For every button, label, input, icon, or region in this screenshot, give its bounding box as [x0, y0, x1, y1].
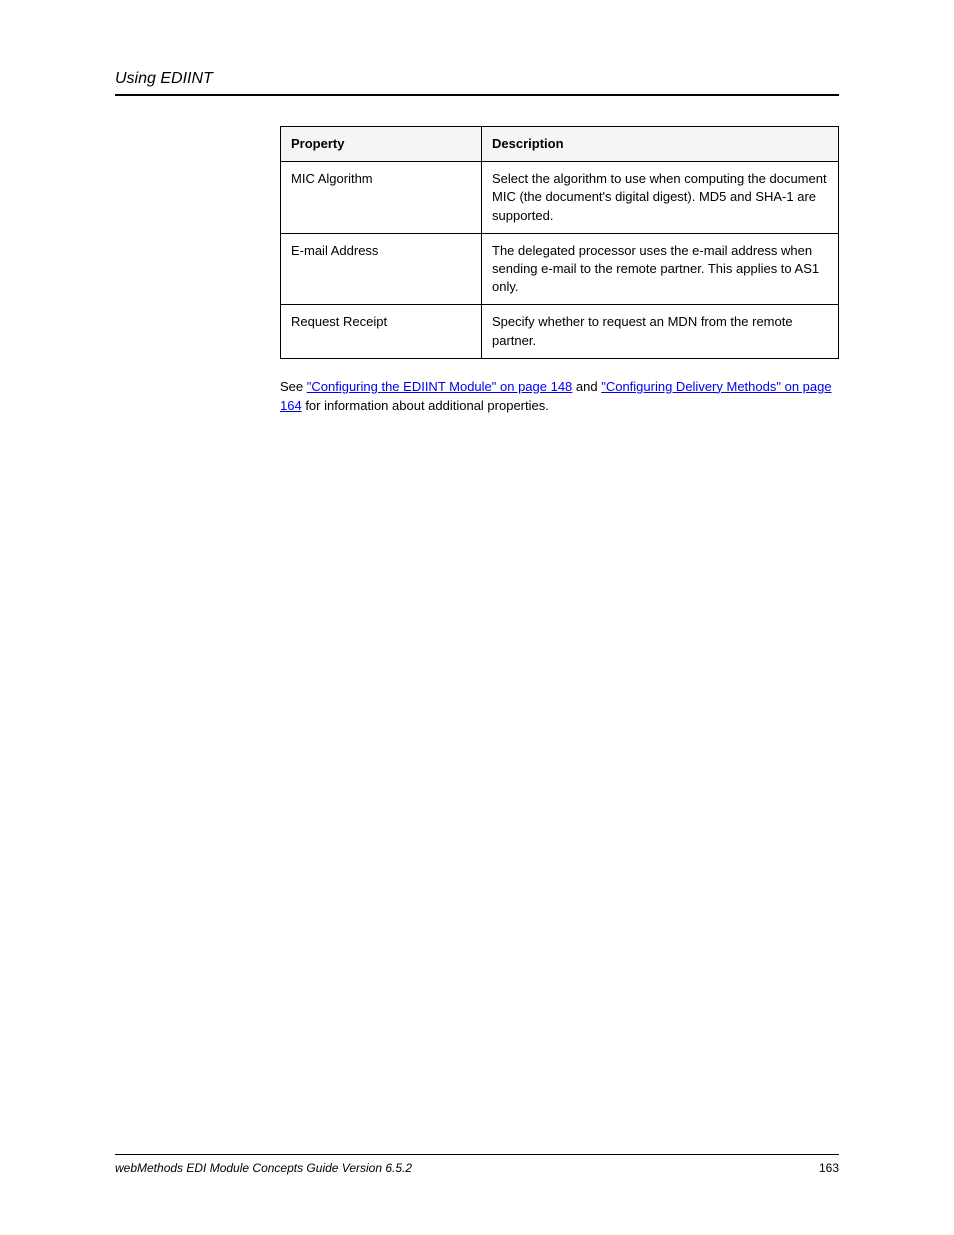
page-footer: webMethods EDI Module Concepts Guide Ver… [115, 1154, 839, 1175]
footer-page-number: 163 [819, 1161, 839, 1175]
table-row: Request Receipt Specify whether to reque… [281, 305, 839, 358]
col-header-property: Property [281, 127, 482, 162]
properties-table: Property Description MIC Algorithm Selec… [280, 126, 839, 359]
header-rule [115, 94, 839, 96]
table-row: E-mail Address The delegated processor u… [281, 233, 839, 305]
page-header-title: Using EDIINT [115, 70, 839, 88]
cell-property: Request Receipt [281, 305, 482, 358]
cell-property: E-mail Address [281, 233, 482, 305]
col-header-description: Description [482, 127, 839, 162]
link-configuring-ediint[interactable]: "Configuring the EDIINT Module" on page … [307, 379, 573, 394]
table-row: MIC Algorithm Select the algorithm to us… [281, 162, 839, 234]
footer-rule [115, 1154, 839, 1155]
footer-doc-title: webMethods EDI Module Concepts Guide Ver… [115, 1161, 412, 1175]
reference-paragraph: See "Configuring the EDIINT Module" on p… [280, 377, 839, 416]
cell-description: Select the algorithm to use when computi… [482, 162, 839, 234]
para-text-pre: See [280, 379, 307, 394]
cell-description: Specify whether to request an MDN from t… [482, 305, 839, 358]
para-text-post: for information about additional propert… [302, 398, 549, 413]
table-header-row: Property Description [281, 127, 839, 162]
cell-description: The delegated processor uses the e-mail … [482, 233, 839, 305]
cell-property: MIC Algorithm [281, 162, 482, 234]
para-text-mid: and [572, 379, 601, 394]
